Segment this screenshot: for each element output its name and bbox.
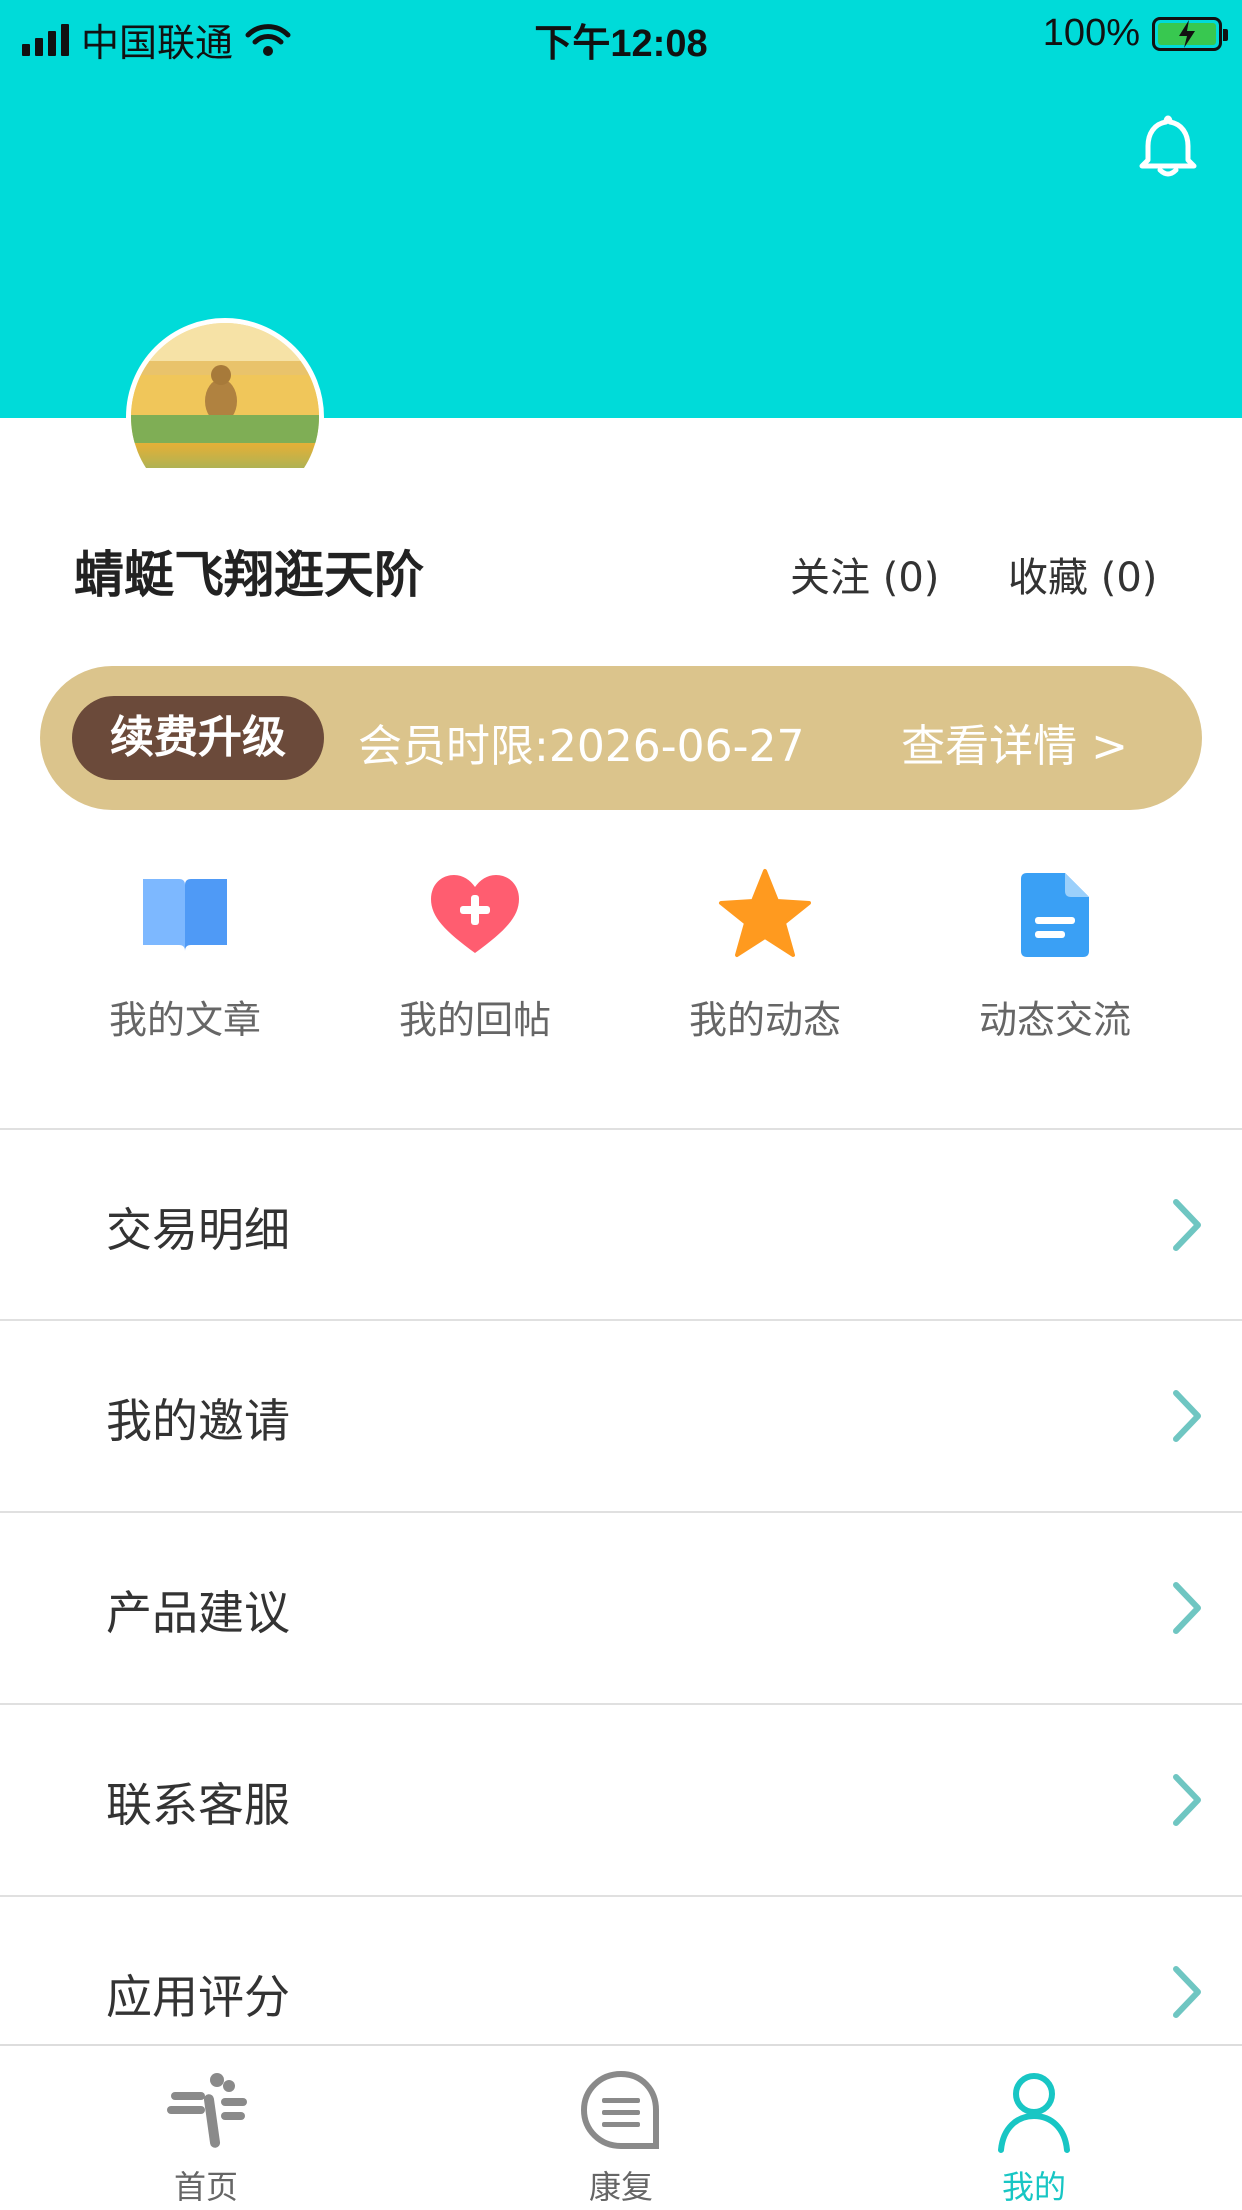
quick-my-articles[interactable]: 我的文章 xyxy=(40,865,330,1044)
quick-label: 动态交流 xyxy=(978,998,1131,1042)
status-bar: 中国联通 下午12:08 100% xyxy=(0,0,1242,70)
menu-label: 应用评分 xyxy=(106,1970,290,2024)
renew-button[interactable]: 续费升级 xyxy=(72,696,324,780)
battery-icon xyxy=(1152,16,1228,51)
chat-bubble-icon xyxy=(580,2070,659,2149)
tab-bar: 首页 康复 我的 xyxy=(0,2044,1242,2210)
chevron-right-icon xyxy=(1173,1966,1201,2018)
person-icon xyxy=(998,2073,1070,2153)
chevron-right-icon xyxy=(1173,1390,1201,1442)
view-details-link[interactable]: 查看详情 > xyxy=(901,710,1128,774)
tab-label: 康复 xyxy=(588,2168,653,2206)
membership-bar: 续费升级 会员时限:2026-06-27 查看详情 > xyxy=(40,666,1202,810)
heart-plus-icon xyxy=(431,875,519,953)
user-name: 蜻蜓飞翔逛天阶 xyxy=(74,546,424,604)
menu-label: 交易明细 xyxy=(106,1203,290,1257)
quick-label: 我的动态 xyxy=(688,998,841,1042)
star-icon xyxy=(719,869,811,957)
bell-icon[interactable] xyxy=(1132,110,1204,182)
menu-label: 联系客服 xyxy=(106,1778,290,1832)
quick-my-activity[interactable]: 我的动态 xyxy=(620,865,910,1044)
quick-activity-exchange[interactable]: 动态交流 xyxy=(910,865,1200,1044)
collect-link[interactable]: 收藏 (0) xyxy=(1008,545,1157,603)
tab-rehab[interactable]: 康复 xyxy=(521,2046,721,2210)
tab-mine[interactable]: 我的 xyxy=(934,2046,1134,2210)
follow-link[interactable]: 关注 (0) xyxy=(790,545,939,603)
quick-my-replies[interactable]: 我的回帖 xyxy=(330,865,620,1044)
menu-item-suggestions[interactable]: 产品建议 xyxy=(0,1513,1242,1703)
tab-label: 我的 xyxy=(1001,2168,1066,2206)
menu-item-transactions[interactable]: 交易明细 xyxy=(0,1130,1242,1320)
menu-label: 产品建议 xyxy=(106,1586,290,1640)
book-icon xyxy=(143,879,227,951)
chevron-right-icon xyxy=(1173,1582,1201,1634)
quick-label: 我的回帖 xyxy=(398,998,551,1042)
quick-label: 我的文章 xyxy=(108,998,261,1042)
battery-percent: 100% xyxy=(1042,12,1140,54)
quick-actions: 我的文章 我的回帖 我的动态 动态交流 xyxy=(0,865,1242,1065)
chevron-right-icon xyxy=(1173,1199,1201,1251)
dragonfly-icon xyxy=(167,2073,247,2148)
membership-expiry: 会员时限:2026-06-27 xyxy=(358,721,805,772)
avatar-mask xyxy=(120,468,330,528)
menu-item-customer-service[interactable]: 联系客服 xyxy=(0,1705,1242,1895)
tab-label: 首页 xyxy=(173,2168,238,2206)
menu-label: 我的邀请 xyxy=(106,1394,290,1448)
document-icon xyxy=(1021,873,1089,957)
tab-home[interactable]: 首页 xyxy=(106,2046,306,2210)
menu-item-invitations[interactable]: 我的邀请 xyxy=(0,1321,1242,1511)
chevron-right-icon xyxy=(1173,1774,1201,1826)
